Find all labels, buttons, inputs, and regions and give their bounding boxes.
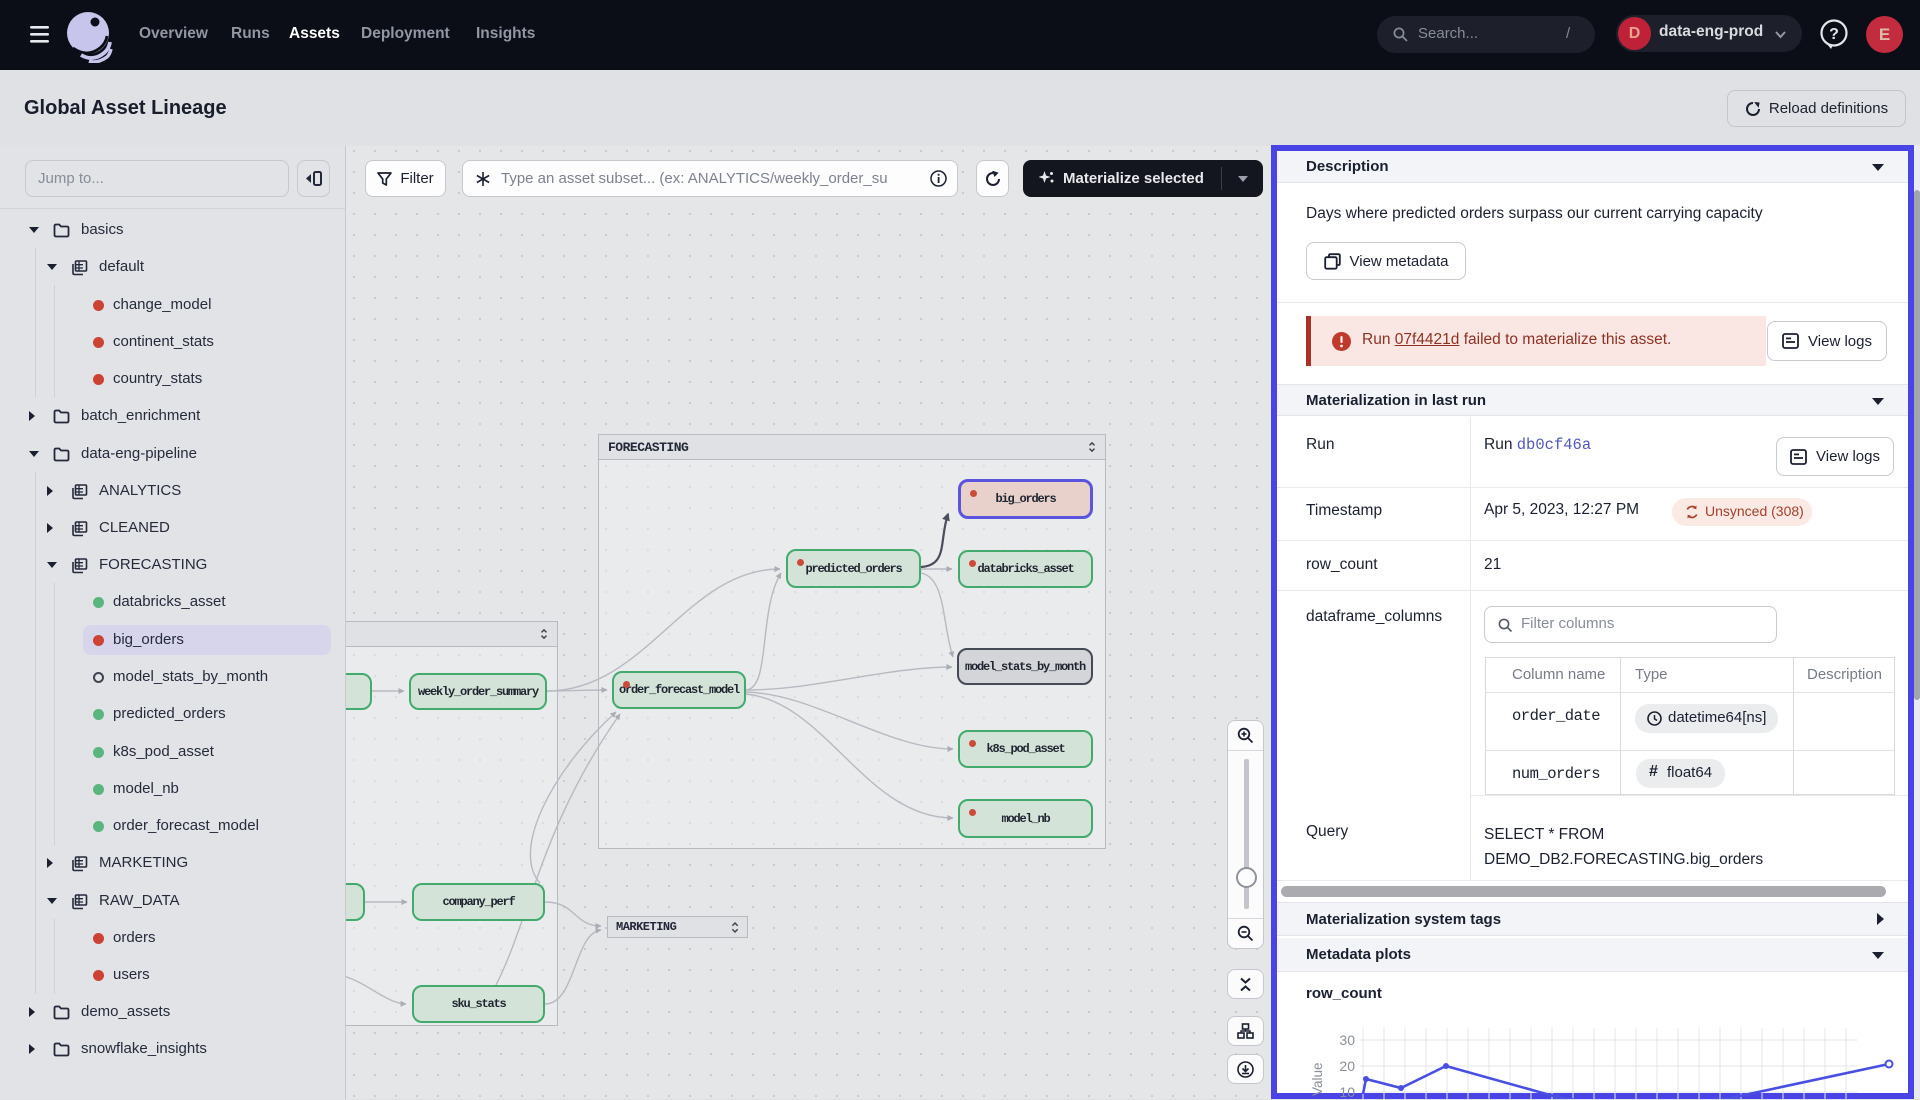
svg-text:?: ?	[1829, 26, 1839, 43]
